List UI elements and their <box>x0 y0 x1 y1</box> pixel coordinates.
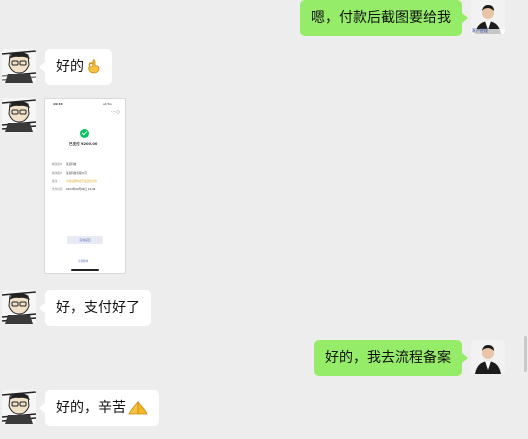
ok-hand-emoji <box>86 52 101 88</box>
payment-screenshot-image[interactable]: 19:46 all 5G ⋯ ○ 已支付 ¥200.00 收款商户 某某科技 收… <box>44 98 126 274</box>
avatar[interactable] <box>2 390 36 424</box>
message-text: 嗯，付款后截图要给我 <box>311 10 451 26</box>
avatar[interactable]: 客户经理 <box>471 0 505 34</box>
detail-value: 付款说明内容已发送给对方 <box>66 180 98 183</box>
avatar[interactable] <box>2 98 36 132</box>
message-text: 好，支付好了 <box>56 300 140 316</box>
detail-value: 某某科技有限公司 <box>66 172 87 175</box>
detail-label: 收款账户 <box>52 172 63 175</box>
message-bubble[interactable]: 好，支付好了 <box>39 290 151 326</box>
detail-value: 某某科技 <box>66 163 77 166</box>
message-bubble[interactable]: 好的，我去流程备案 <box>314 340 468 376</box>
message-text: 好的，辛苦 <box>56 400 126 416</box>
message-bubble[interactable]: 好的 <box>39 49 112 88</box>
status-icons: all 5G <box>103 102 112 106</box>
message-text: 好的，我去流程备案 <box>325 350 451 366</box>
amount-text: 已支付 ¥200.00 <box>69 142 98 146</box>
status-time: 19:46 <box>53 102 63 106</box>
praying-hands-emoji <box>128 393 148 429</box>
more-icon: ⋯ ○ <box>111 109 120 114</box>
message-bubble[interactable]: 好的，辛苦 <box>39 390 159 429</box>
scrollbar[interactable] <box>524 336 527 372</box>
success-check-icon <box>80 129 89 138</box>
detail-label: 备注 <box>52 180 58 183</box>
detail-value: 2024年09月06日 19:46 <box>66 188 96 191</box>
done-button: 完成返回 <box>67 236 103 244</box>
home-indicator <box>71 269 99 271</box>
message-bubble[interactable]: 嗯，付款后截图要给我 <box>300 0 468 36</box>
footer-text: 全部账单 <box>78 260 89 263</box>
avatar-caption: 客户经理 <box>472 28 488 33</box>
avatar[interactable] <box>2 49 36 83</box>
detail-label: 支付时间 <box>52 188 63 191</box>
detail-label: 收款商户 <box>52 163 63 166</box>
message-text: 好的 <box>56 59 84 75</box>
avatar[interactable] <box>471 340 505 374</box>
avatar[interactable] <box>2 290 36 324</box>
